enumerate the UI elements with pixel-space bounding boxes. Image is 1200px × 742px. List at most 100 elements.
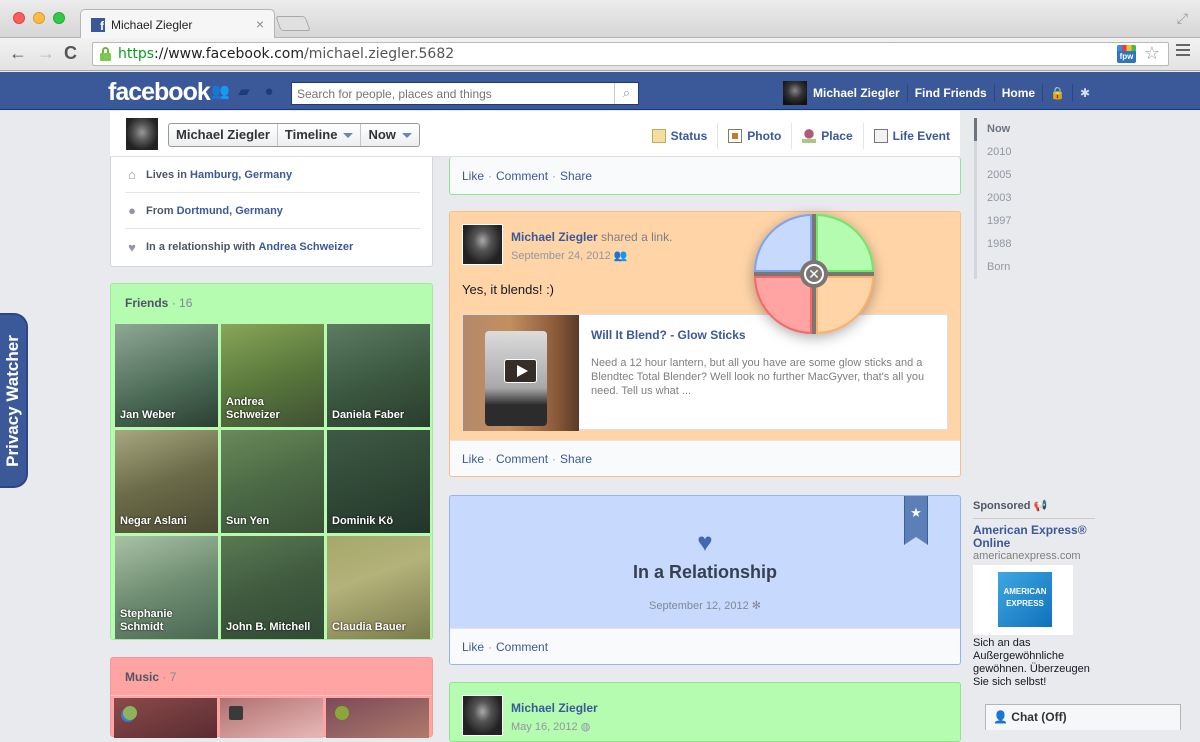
friend-tile[interactable]: Claudia Bauer [327,536,430,639]
back-button[interactable]: ← [9,43,27,63]
share-link[interactable]: Share [560,452,592,466]
close-pie-button[interactable]: ✕ [800,260,828,288]
address-bar[interactable]: https://www.facebook.com/michael.ziegler… [92,42,1169,66]
author-link[interactable]: Michael Ziegler [511,230,598,244]
profile-name-button[interactable]: Michael Ziegler [169,124,278,146]
hamburg-link[interactable]: Hamburg, Germany [190,169,292,181]
post-date[interactable]: September 24, 2012 👥 [511,249,627,262]
privacy-watcher-label: Privacy Watcher [3,334,22,467]
author-avatar[interactable] [462,695,503,736]
ad-image[interactable]: AMERICAN EXPRESS [973,565,1073,635]
scrubber-2003[interactable]: 2003 [974,187,1034,210]
play-icon[interactable] [504,359,537,383]
sponsored-heading: Sponsored 📢 [973,499,1095,519]
music-grid [114,698,429,738]
fullscreen-icon[interactable]: ⤢ [1177,10,1188,27]
friend-tile[interactable]: Daniela Faber [327,324,430,427]
friend-tile[interactable]: Negar Aslani [115,430,218,533]
life-event-title: In a Relationship [632,562,778,582]
dortmund-link[interactable]: Dortmund, Germany [177,205,283,217]
ad-title[interactable]: American Express® Online [973,524,1095,550]
reload-button[interactable]: C [64,43,77,63]
browser-menu-icon[interactable] [1176,44,1190,59]
forward-button[interactable]: → [37,43,55,63]
timeline-dropdown[interactable]: Timeline [278,124,362,146]
friend-requests-icon[interactable]: 👥 [211,84,230,100]
friend-tile[interactable]: Stephanie Schmidt [115,536,218,639]
friend-tile[interactable]: Sun Yen [221,430,324,533]
scrubber-now[interactable]: Now [974,118,1034,141]
composer-life-event[interactable]: Life Event [864,123,950,149]
now-dropdown[interactable]: Now [361,124,418,146]
scrubber-2010[interactable]: 2010 [974,141,1034,164]
messages-icon[interactable]: ▰ [236,84,252,100]
friend-tile[interactable]: Jan Weber [115,324,218,427]
browser-titlebar: f Michael Ziegler × ⤢ [0,0,1200,39]
author-link[interactable]: Michael Ziegler [511,701,598,715]
logo-text: AMERICAN [1003,587,1047,596]
lives-in-label: Lives in [146,168,187,181]
scrubber-1988[interactable]: 1988 [974,233,1034,256]
comment-link[interactable]: Comment [496,169,548,183]
composer-place[interactable]: Place [792,123,864,149]
scrubber-2005[interactable]: 2005 [974,164,1034,187]
author-avatar[interactable] [462,224,503,265]
tab-close-icon[interactable]: × [256,16,264,32]
search-icon[interactable]: ⌕ [614,83,638,104]
search-input[interactable] [292,83,612,104]
custom-audience-icon[interactable]: ✻ [752,600,761,612]
friend-tile[interactable]: Dominik Kö [327,430,430,533]
notifications-globe-icon[interactable]: ● [261,84,277,100]
andrea-schweizer-link[interactable]: Andrea Schweizer [258,241,353,253]
home-link[interactable]: Home [995,84,1044,102]
settings-gear-icon[interactable]: ✱ [1073,84,1097,102]
fb-user-nav: Michael Ziegler Find Friends Home 🔒 ✱ [783,81,1097,105]
composer-status[interactable]: Status [642,123,719,149]
music-tile[interactable] [220,698,323,738]
music-tile[interactable] [326,698,429,738]
profile-link[interactable]: Michael Ziegler [813,84,908,102]
friends-audience-icon[interactable]: 👥 [614,250,628,262]
zoom-window-button[interactable] [53,12,65,24]
scrubber-born[interactable]: Born [974,256,1034,279]
shared-link-post: Michael Ziegler shared a link. September… [449,211,961,477]
browser-tab[interactable]: f Michael Ziegler × [80,9,275,39]
music-title[interactable]: Music · 7 [125,670,176,684]
scrubber-1997[interactable]: 1997 [974,210,1034,233]
video-thumbnail[interactable] [463,315,579,431]
divider [111,695,432,696]
music-tile[interactable] [114,698,217,738]
like-link[interactable]: Like [462,640,484,654]
minimize-window-button[interactable] [33,12,45,24]
amex-logo: AMERICAN EXPRESS [998,572,1052,627]
comment-link[interactable]: Comment [496,452,548,466]
share-link[interactable]: Share [560,169,592,183]
now-label: Now [368,127,396,142]
public-globe-icon[interactable]: ◍ [581,721,591,733]
location-pin-icon: ● [128,203,136,218]
privacy-shortcuts-icon[interactable]: 🔒 [1043,84,1073,102]
comment-link[interactable]: Comment [496,640,548,654]
user-avatar[interactable] [783,81,807,105]
facebook-logo[interactable]: facebook [108,78,211,107]
bookmark-star-icon[interactable]: ☆ [1144,43,1160,64]
close-window-button[interactable] [13,12,25,24]
new-tab-button[interactable] [275,16,311,31]
profile-thumbnail[interactable] [126,118,158,150]
attachment-title[interactable]: Will It Blend? - Glow Sticks [591,328,746,342]
like-link[interactable]: Like [462,452,484,466]
privacy-watcher-tab[interactable]: Privacy Watcher [0,313,28,488]
post-date[interactable]: May 16, 2012 ◍ [511,720,590,733]
friends-title[interactable]: Friends · 16 [125,296,192,310]
fpw-extension-icon[interactable]: fpw [1117,45,1136,63]
url-text: https://www.facebook.com/michael.ziegler… [118,46,455,62]
featured-ribbon[interactable]: ★ [904,496,928,545]
like-link[interactable]: Like [462,169,484,183]
chat-bar[interactable]: 👤 Chat (Off) [985,704,1181,730]
link-attachment[interactable]: Will It Blend? - Glow Sticks Need a 12 h… [462,314,948,431]
find-friends-link[interactable]: Find Friends [908,84,995,102]
friend-tile[interactable]: Andrea Schweizer [221,324,324,427]
post-actions: Like · Comment [450,628,960,664]
friend-tile[interactable]: John B. Mitchell [221,536,324,639]
composer-photo[interactable]: Photo [718,123,793,149]
